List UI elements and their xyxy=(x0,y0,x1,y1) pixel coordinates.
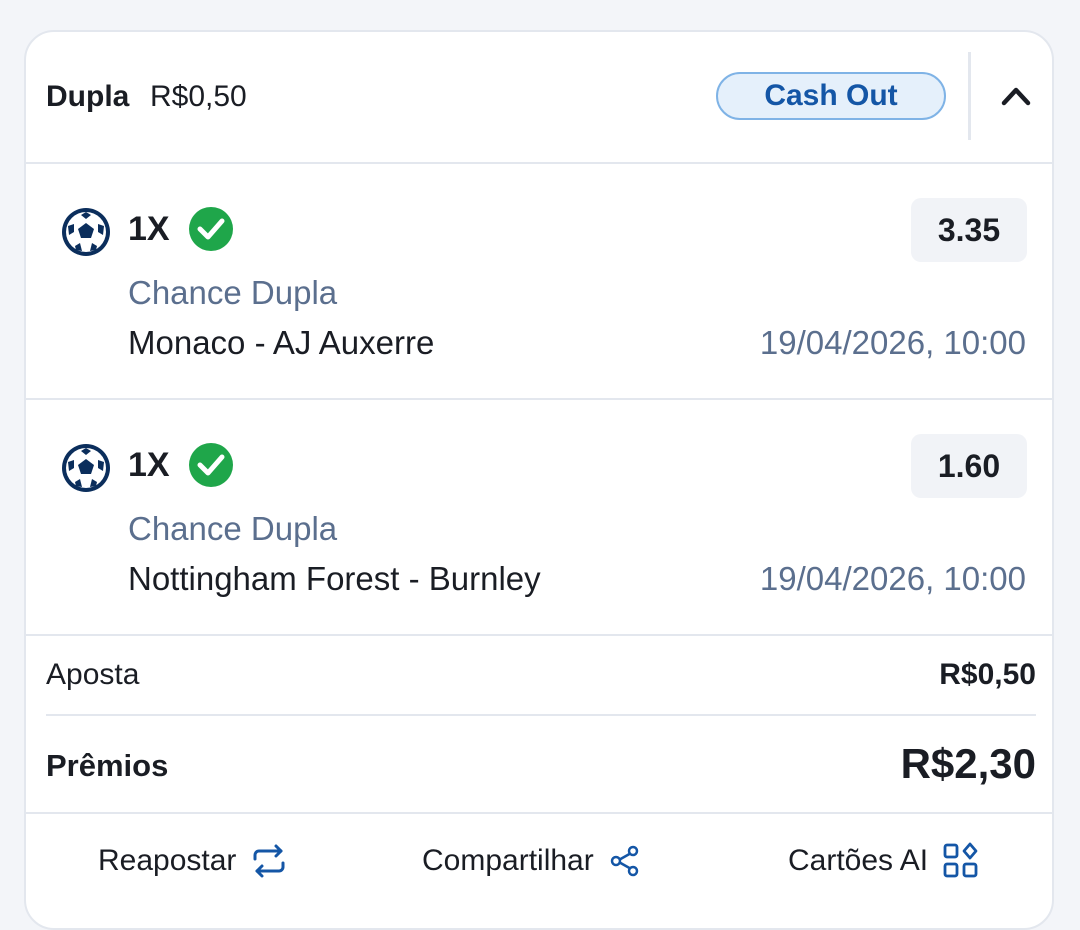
soccer-ball-icon xyxy=(62,444,110,492)
share-button[interactable]: Compartilhar xyxy=(422,836,642,886)
bet-card: Dupla R$0,50 Cash Out 1X 3.35 Chance Dup… xyxy=(24,30,1054,930)
check-circle-icon xyxy=(189,207,233,251)
prize-value: R$2,30 xyxy=(900,740,1036,787)
odds-badge: 1.60 xyxy=(911,434,1027,498)
ai-cards-button[interactable]: Cartões AI xyxy=(788,836,980,886)
share-label: Compartilhar xyxy=(422,844,594,877)
selection-pick: 1X xyxy=(128,446,170,484)
odds-badge: 3.35 xyxy=(911,198,1027,262)
share-icon xyxy=(610,845,638,877)
stake-row: Aposta R$0,50 xyxy=(46,632,1036,716)
market-name: Chance Dupla xyxy=(128,274,338,311)
rebet-label: Reapostar xyxy=(98,844,237,877)
header-divider xyxy=(968,52,971,140)
collapse-button[interactable] xyxy=(996,77,1036,117)
stake-label: Aposta xyxy=(46,658,140,691)
check-circle-icon xyxy=(189,443,233,487)
selection-item: 1X 1.60 Chance Dupla Nottingham Forest -… xyxy=(26,400,1052,636)
repeat-icon xyxy=(253,844,285,878)
selection-item: 1X 3.35 Chance Dupla Monaco - AJ Auxerre… xyxy=(26,164,1052,400)
cash-out-button[interactable]: Cash Out xyxy=(716,72,946,120)
stake-value: R$0,50 xyxy=(939,658,1036,691)
event-datetime: 19/04/2026, 10:00 xyxy=(759,324,1026,361)
bet-stake-amount: R$0,50 xyxy=(150,80,247,113)
soccer-ball-icon xyxy=(62,208,110,256)
event-name[interactable]: Monaco - AJ Auxerre xyxy=(128,324,434,362)
rebet-button[interactable]: Reapostar xyxy=(98,836,288,886)
chevron-up-icon xyxy=(1001,87,1031,106)
event-datetime: 19/04/2026, 10:00 xyxy=(759,560,1026,597)
prize-label: Prêmios xyxy=(46,748,169,783)
ai-cards-label: Cartões AI xyxy=(788,844,929,877)
selection-pick: 1X xyxy=(128,210,170,248)
event-name[interactable]: Nottingham Forest - Burnley xyxy=(128,560,541,598)
bet-type-label: Dupla xyxy=(46,80,130,113)
cards-grid-icon xyxy=(943,842,978,878)
market-name: Chance Dupla xyxy=(128,510,338,547)
bet-actions: Reapostar Compartilhar Cartões AI xyxy=(26,816,1052,896)
bet-header: Dupla R$0,50 Cash Out xyxy=(26,32,1052,164)
prize-row: Prêmios R$2,30 xyxy=(26,718,1052,814)
